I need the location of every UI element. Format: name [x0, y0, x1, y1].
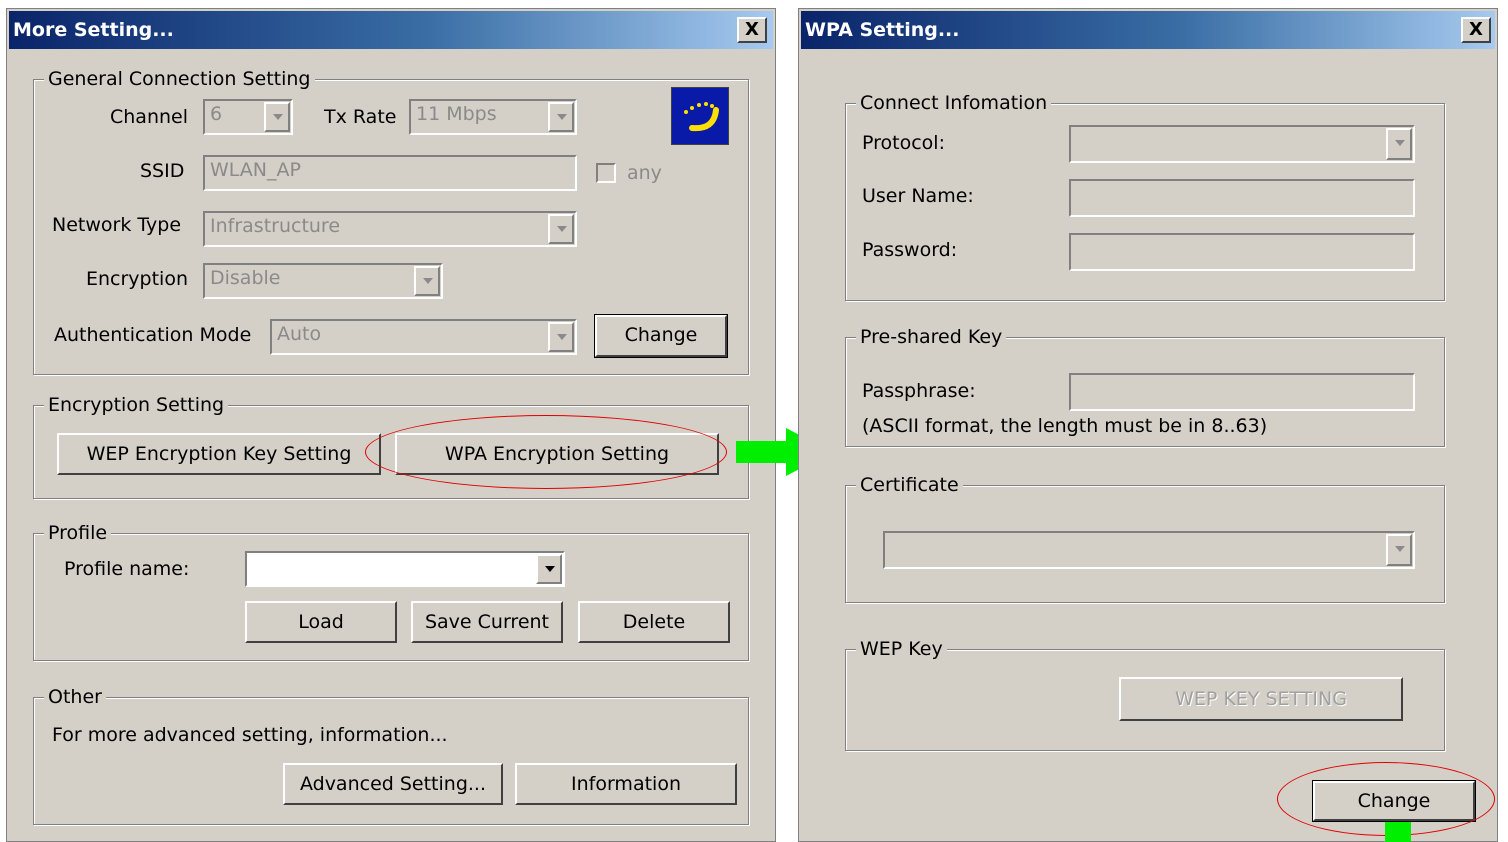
group-legend: Connect Infomation	[856, 91, 1052, 115]
group-legend: Certificate	[856, 473, 963, 497]
profile-name-select[interactable]	[245, 551, 565, 587]
group-legend: Pre-shared Key	[856, 325, 1007, 349]
username-label: User Name:	[862, 185, 974, 207]
certificate-select[interactable]	[883, 531, 1415, 569]
chevron-down-icon[interactable]	[548, 322, 574, 352]
chevron-down-icon[interactable]	[548, 102, 574, 132]
group-legend: General Connection Setting	[44, 67, 315, 91]
other-group: Other	[33, 685, 749, 825]
chevron-down-icon[interactable]	[1386, 534, 1412, 566]
channel-select[interactable]: 6	[203, 99, 293, 135]
title-bar: More Setting... X	[9, 11, 773, 49]
ssid-label: SSID	[140, 160, 185, 182]
other-description: For more advanced setting, information..…	[52, 724, 448, 746]
arrow-icon	[736, 441, 788, 463]
wireless-logo-icon	[671, 87, 729, 145]
chevron-down-icon[interactable]	[264, 102, 290, 132]
protocol-select[interactable]	[1069, 125, 1415, 163]
wep-encryption-key-setting-button[interactable]: WEP Encryption Key Setting	[57, 433, 381, 475]
title-bar: WPA Setting... X	[801, 11, 1495, 49]
group-legend: Encryption Setting	[44, 393, 229, 417]
save-current-button[interactable]: Save Current	[411, 601, 563, 643]
highlight-ellipse	[365, 415, 727, 489]
wep-key-setting-button[interactable]: WEP KEY SETTING	[1119, 677, 1403, 721]
chevron-down-icon[interactable]	[536, 554, 562, 584]
txrate-label: Tx Rate	[324, 106, 397, 128]
dialog-title: WPA Setting...	[805, 19, 960, 41]
auth-mode-select[interactable]: Auto	[270, 319, 577, 355]
chevron-down-icon[interactable]	[1386, 128, 1412, 160]
delete-button[interactable]: Delete	[578, 601, 730, 643]
dialog-title: More Setting...	[13, 19, 174, 41]
any-label: any	[627, 162, 662, 184]
password-input[interactable]	[1069, 233, 1415, 271]
close-button[interactable]: X	[1461, 17, 1491, 43]
network-type-select[interactable]: Infrastructure	[203, 211, 577, 247]
group-legend: WEP Key	[856, 637, 947, 661]
chevron-down-icon[interactable]	[548, 214, 574, 244]
encryption-label: Encryption	[86, 268, 189, 290]
password-label: Password:	[862, 239, 958, 261]
wpa-setting-dialog: WPA Setting... X Connect Infomation Prot…	[798, 8, 1498, 842]
advanced-setting-button[interactable]: Advanced Setting...	[283, 763, 503, 805]
load-button[interactable]: Load	[245, 601, 397, 643]
encryption-select[interactable]: Disable	[203, 263, 443, 299]
network-type-label: Network Type	[52, 214, 182, 236]
information-button[interactable]: Information	[515, 763, 737, 805]
passphrase-note: (ASCII format, the length must be in 8..…	[862, 415, 1268, 437]
auth-mode-label: Authentication Mode	[54, 324, 252, 346]
group-legend: Profile	[44, 521, 112, 545]
any-checkbox[interactable]	[596, 163, 616, 183]
close-button[interactable]: X	[737, 17, 767, 43]
protocol-label: Protocol:	[862, 132, 945, 154]
username-input[interactable]	[1069, 179, 1415, 217]
txrate-select[interactable]: 11 Mbps	[409, 99, 577, 135]
group-legend: Other	[44, 685, 106, 709]
chevron-down-icon[interactable]	[414, 266, 440, 296]
profile-name-label: Profile name:	[64, 558, 190, 580]
passphrase-label: Passphrase:	[862, 380, 976, 402]
ssid-input[interactable]: WLAN_AP	[203, 155, 577, 191]
channel-label: Channel	[110, 106, 189, 128]
arrow-icon	[1385, 822, 1411, 842]
passphrase-input[interactable]	[1069, 373, 1415, 411]
change-button[interactable]: Change	[594, 314, 728, 358]
